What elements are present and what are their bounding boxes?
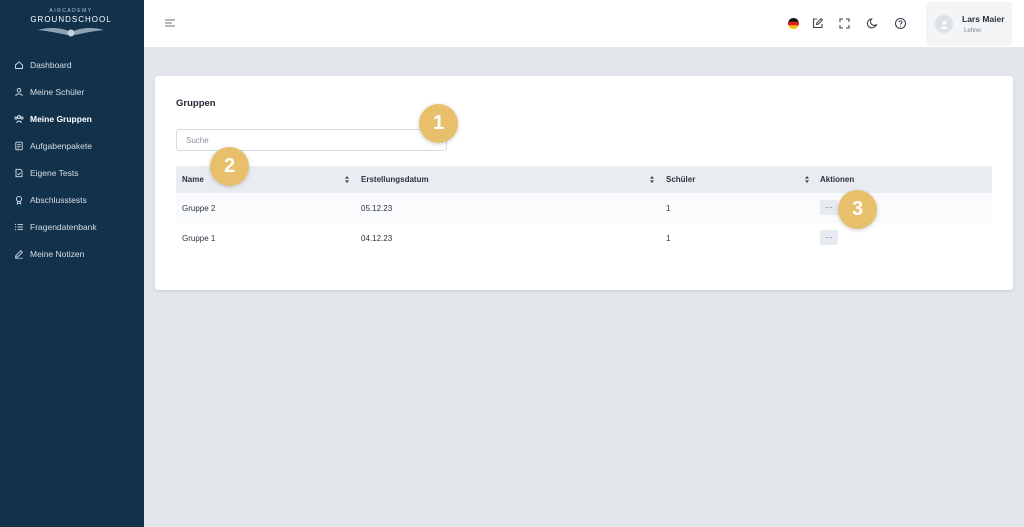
menu-toggle-icon[interactable] bbox=[164, 17, 176, 29]
sidebar-item-label: Eigene Tests bbox=[30, 167, 79, 178]
sidebar-item-label: Aufgabenpakete bbox=[30, 140, 92, 151]
sidebar-item-fragendatenbank[interactable]: Fragendatenbank bbox=[0, 213, 144, 240]
german-flag-icon[interactable] bbox=[787, 17, 800, 30]
annotation-badge-2: 2 bbox=[210, 147, 249, 186]
sidebar-item-label: Fragendatenbank bbox=[30, 221, 97, 232]
test-icon bbox=[14, 168, 24, 178]
groups-card: Gruppen Name Erstellungsdatum Schüler Ak… bbox=[155, 76, 1013, 290]
student-count-cell: 1 bbox=[666, 203, 671, 213]
group-icon bbox=[14, 114, 24, 124]
award-icon bbox=[14, 195, 24, 205]
sort-icon[interactable] bbox=[649, 175, 655, 184]
sidebar-item-aufgabenpakete[interactable]: Aufgabenpakete bbox=[0, 132, 144, 159]
sidebar: AIRCADEMY GROUNDSCHOOL Dashboard Meine S… bbox=[0, 0, 144, 527]
sort-icon[interactable] bbox=[344, 175, 350, 184]
annotation-badge-1: 1 bbox=[419, 104, 458, 143]
user-menu[interactable]: Lars Maier Lehrer bbox=[926, 2, 1012, 46]
list-icon bbox=[14, 222, 24, 232]
student-count-cell: 1 bbox=[666, 233, 671, 243]
search-input[interactable] bbox=[176, 129, 447, 151]
logo[interactable]: AIRCADEMY GROUNDSCHOOL bbox=[26, 8, 116, 38]
sort-icon[interactable] bbox=[804, 175, 810, 184]
wings-icon bbox=[38, 27, 104, 37]
home-icon bbox=[14, 60, 24, 70]
help-icon[interactable] bbox=[894, 17, 907, 30]
edit-icon[interactable] bbox=[811, 17, 824, 30]
sidebar-item-label: Meine Notizen bbox=[30, 248, 85, 259]
column-header-name[interactable]: Name bbox=[182, 166, 204, 193]
sidebar-item-meine-gruppen[interactable]: Meine Gruppen bbox=[0, 105, 144, 132]
fullscreen-icon[interactable] bbox=[838, 17, 851, 30]
logo-wordmark: GROUNDSCHOOL bbox=[30, 15, 112, 24]
logo-tagline: AIRCADEMY bbox=[49, 8, 93, 14]
sidebar-item-label: Meine Gruppen bbox=[30, 113, 92, 124]
user-icon bbox=[14, 87, 24, 97]
sidebar-item-eigene-tests[interactable]: Eigene Tests bbox=[0, 159, 144, 186]
sidebar-item-meine-schueler[interactable]: Meine Schüler bbox=[0, 78, 144, 105]
sidebar-item-label: Meine Schüler bbox=[30, 86, 85, 97]
row-actions-button[interactable]: ··· bbox=[820, 230, 838, 245]
sidebar-item-label: Abschlusstests bbox=[30, 194, 87, 205]
column-header-erstellungsdatum[interactable]: Erstellungsdatum bbox=[361, 166, 429, 193]
table-header: Name Erstellungsdatum Schüler Aktionen bbox=[176, 166, 992, 193]
sidebar-item-label: Dashboard bbox=[30, 59, 72, 70]
user-name: Lars Maier bbox=[962, 14, 1005, 24]
sidebar-item-abschlusstests[interactable]: Abschlusstests bbox=[0, 186, 144, 213]
created-date-cell: 05.12.23 bbox=[361, 203, 393, 213]
column-header-aktionen: Aktionen bbox=[820, 175, 855, 184]
sidebar-item-dashboard[interactable]: Dashboard bbox=[0, 51, 144, 78]
avatar bbox=[935, 15, 953, 33]
pen-icon bbox=[14, 249, 24, 259]
group-name-cell: Gruppe 2 bbox=[182, 203, 216, 213]
top-bar: Lars Maier Lehrer bbox=[144, 0, 1024, 47]
sidebar-item-meine-notizen[interactable]: Meine Notizen bbox=[0, 240, 144, 267]
page-title: Gruppen bbox=[176, 98, 216, 109]
annotation-badge-3: 3 bbox=[838, 190, 877, 229]
group-name-cell: Gruppe 1 bbox=[182, 233, 216, 243]
table-row: Gruppe 1 04.12.23 1 ··· bbox=[176, 223, 992, 253]
user-role: Lehrer bbox=[964, 28, 982, 34]
package-icon bbox=[14, 141, 24, 151]
sidebar-nav: Dashboard Meine Schüler Meine Gruppen Au… bbox=[0, 51, 144, 267]
moon-icon[interactable] bbox=[866, 17, 879, 30]
column-header-schueler[interactable]: Schüler bbox=[666, 166, 695, 193]
row-actions-button[interactable]: ··· bbox=[820, 200, 838, 215]
created-date-cell: 04.12.23 bbox=[361, 233, 393, 243]
